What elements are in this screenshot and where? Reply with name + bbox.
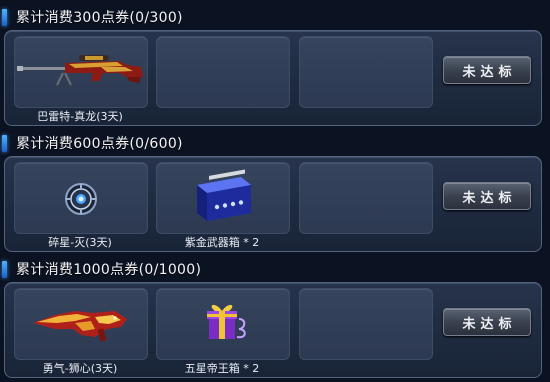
- tier-3-panel: 勇气-狮心(3天) 五星帝王箱 * 2 未达标: [4, 282, 542, 378]
- reward-label: 巴雷特-真龙(3天): [37, 110, 123, 123]
- rifle-icon: [17, 55, 143, 86]
- tier-2-header: 累计消费600点券(0/600): [0, 132, 550, 154]
- gift-box-icon: [207, 304, 246, 339]
- tier-2-panel: 碎星-灭(3天) 紫金武器箱 * 2 未达标: [4, 156, 542, 252]
- header-marker: [2, 8, 7, 26]
- claim-button[interactable]: 未达标: [443, 182, 531, 210]
- tier-3-header: 累计消费1000点券(0/1000): [0, 258, 550, 280]
- tier-title: 累计消费600点券(0/600): [16, 136, 183, 152]
- reward-label: 紫金武器箱 * 2: [184, 236, 260, 249]
- reward-slot-2[interactable]: [156, 288, 290, 360]
- reward-slot-2[interactable]: [156, 162, 290, 234]
- reward-label: 碎星-灭(3天): [48, 236, 112, 249]
- header-marker: [2, 260, 7, 278]
- reward-slot-2: [156, 36, 290, 108]
- tier-title: 累计消费300点券(0/300): [16, 10, 183, 26]
- tier-title: 累计消费1000点券(0/1000): [16, 262, 202, 278]
- reward-label: 五星帝王箱 * 2: [184, 362, 260, 375]
- reward-slot-3: [299, 162, 433, 234]
- reward-slot-1[interactable]: [14, 288, 148, 360]
- tier-1-panel: 巴雷特-真龙(3天) 未达标: [4, 30, 542, 126]
- tier-1-header: 累计消费300点券(0/300): [0, 6, 550, 28]
- claim-button[interactable]: 未达标: [443, 308, 531, 336]
- weapon-box-icon: [197, 169, 251, 221]
- reward-slot-3: [299, 36, 433, 108]
- header-marker: [2, 134, 7, 152]
- claim-button[interactable]: 未达标: [443, 56, 531, 84]
- reward-slot-3: [299, 288, 433, 360]
- lion-gun-icon: [33, 311, 127, 342]
- reward-slot-1[interactable]: [14, 36, 148, 108]
- orb-grenade-icon: [65, 183, 97, 215]
- reward-slot-1[interactable]: [14, 162, 148, 234]
- reward-label: 勇气-狮心(3天): [42, 362, 118, 375]
